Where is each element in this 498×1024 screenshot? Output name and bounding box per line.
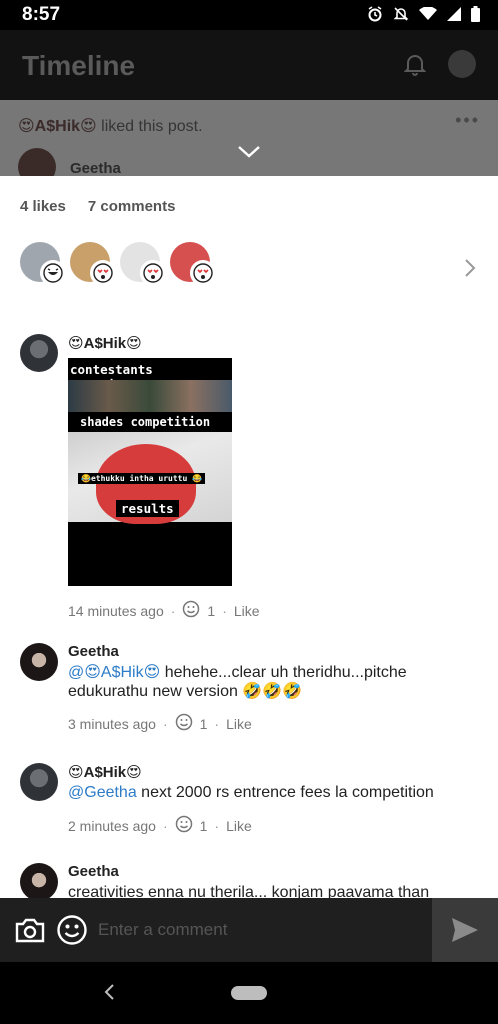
comment-item: Geetha @😍A$Hik😍 hehehe...clear uh therid… <box>20 643 480 743</box>
comment-input[interactable] <box>98 916 418 944</box>
avatar[interactable] <box>20 643 58 681</box>
likes-count[interactable]: 4 likes <box>20 198 66 215</box>
chevron-right-icon[interactable] <box>464 258 476 283</box>
comments-count[interactable]: 7 comments <box>88 198 176 215</box>
comment-item: Geetha creativities enna nu therila... k… <box>20 863 480 898</box>
comment-composer <box>0 898 498 962</box>
comment-item: 😍A$Hik😍 @Geetha next 2000 rs entrence fe… <box>20 763 480 843</box>
avatar[interactable] <box>20 334 58 372</box>
smiley-icon[interactable] <box>56 914 88 951</box>
comments-sheet: 4 likes 7 comments � <box>0 176 498 898</box>
send-icon <box>452 918 478 942</box>
meme-photo <box>68 380 232 412</box>
comment-meta: 3 minutes ago · 1 · Like <box>68 713 478 734</box>
liker-avatar[interactable] <box>70 242 116 286</box>
comment-text: @😍A$Hik😍 hehehe...clear uh theridhu...pi… <box>68 663 478 701</box>
engagement-counts: 4 likes 7 comments <box>20 198 175 215</box>
comment-meta: 14 minutes ago · 1 · Like <box>68 600 478 621</box>
liked-text: liked this post. <box>101 118 203 135</box>
comment-time: 14 minutes ago <box>68 602 164 619</box>
meme-caption-mid: shades competition <box>76 414 215 430</box>
status-time: 8:57 <box>22 4 61 25</box>
avatar[interactable] <box>20 763 58 801</box>
status-bar: 8:57 <box>0 0 498 30</box>
battery-icon <box>471 6 480 27</box>
home-button[interactable] <box>231 986 267 1000</box>
comment-meta: 2 minutes ago · 1 · Like <box>68 815 478 836</box>
bell-icon[interactable] <box>403 52 427 81</box>
comment-author[interactable]: 😍A$Hik😍 <box>68 763 478 783</box>
liker-avatar[interactable] <box>20 242 66 286</box>
love-reaction-icon <box>140 260 166 286</box>
back-icon[interactable] <box>102 982 116 1007</box>
camera-icon[interactable] <box>14 916 46 949</box>
more-options-icon[interactable]: ••• <box>455 110 480 131</box>
app-header: Timeline <box>0 30 498 100</box>
mute-icon <box>393 6 409 27</box>
like-button[interactable]: Like <box>226 818 252 834</box>
love-reaction-icon <box>90 260 116 286</box>
comment-text: @Geetha next 2000 rs entrence fees la co… <box>68 783 478 802</box>
meme-caption-small: 😂ethukku intha uruttu 😂 <box>78 473 206 484</box>
like-button[interactable]: Like <box>234 603 260 619</box>
chevron-down-icon[interactable] <box>236 144 262 165</box>
smiley-icon[interactable] <box>182 600 200 621</box>
page-title: Timeline <box>22 50 136 81</box>
mention-link[interactable]: @😍A$Hik😍 <box>68 664 160 681</box>
alarm-icon <box>367 6 383 27</box>
comment-time: 2 minutes ago <box>68 817 156 834</box>
comment-author[interactable]: Geetha <box>68 863 478 883</box>
liker-avatar[interactable] <box>120 242 166 286</box>
comment-text: creativities enna nu therila... konjam p… <box>68 884 430 898</box>
post-author-name: Geetha <box>70 160 121 177</box>
system-nav-bar <box>0 962 498 1024</box>
comment-body: next 2000 rs entrence fees la competitio… <box>136 784 434 801</box>
comment-author[interactable]: 😍A$Hik😍 <box>68 334 478 354</box>
comment-time: 3 minutes ago <box>68 715 156 732</box>
reaction-count: 1 <box>199 715 208 732</box>
comment-author[interactable]: Geetha <box>68 643 478 663</box>
love-reaction-icon <box>190 260 216 286</box>
meme-caption-bottom: results <box>116 500 179 517</box>
reaction-count: 1 <box>207 602 216 619</box>
reaction-count: 1 <box>199 817 208 834</box>
laugh-reaction-icon <box>40 260 66 286</box>
profile-avatar[interactable] <box>448 50 476 78</box>
meme-image[interactable]: contestants organizers shades competitio… <box>68 358 232 586</box>
mention-link[interactable]: @Geetha <box>68 784 137 801</box>
send-button[interactable] <box>432 898 498 962</box>
liker-avatar[interactable] <box>170 242 216 286</box>
liked-notice: 😍A$Hik😍 liked this post. <box>18 116 203 136</box>
wifi-icon <box>419 6 437 26</box>
smiley-icon[interactable] <box>175 815 193 836</box>
status-icons <box>367 6 480 27</box>
like-button[interactable]: Like <box>226 716 252 732</box>
likers-row[interactable] <box>20 242 216 286</box>
smiley-icon[interactable] <box>175 713 193 734</box>
avatar[interactable] <box>20 863 58 898</box>
liker-name: 😍A$Hik😍 <box>18 118 97 135</box>
signal-icon <box>447 7 461 26</box>
comment-item: 😍A$Hik😍 contestants organizers shades co… <box>20 334 480 624</box>
